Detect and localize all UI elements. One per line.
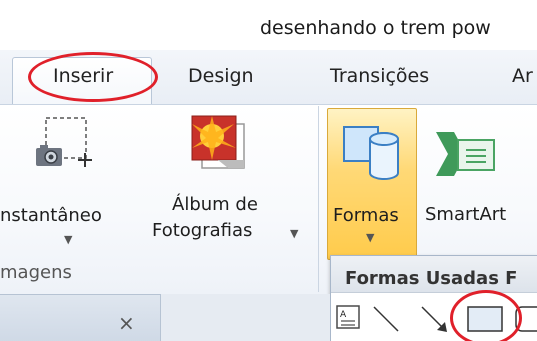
tab-design[interactable]: Design: [188, 65, 254, 87]
screenshot-icon: [36, 117, 92, 167]
group-label-imagens: magens: [0, 262, 72, 283]
dropdown-header: Formas Usadas F: [331, 256, 537, 293]
annotation-circle-rectangle: [450, 290, 522, 341]
shapes-icon: [343, 126, 399, 180]
tab-transicoes[interactable]: Transições: [330, 65, 429, 87]
arrow-shape-icon[interactable]: [419, 304, 451, 336]
shapes-label: Formas: [333, 205, 399, 226]
app-window: desenhando o trem pow Inserir Design Tra…: [0, 0, 537, 341]
photo-album-icon: [191, 115, 245, 169]
window-title: desenhando o trem pow: [260, 17, 491, 39]
chevron-down-icon: ▼: [64, 233, 73, 246]
group-separator: [318, 106, 319, 292]
smartart-icon: [436, 132, 495, 176]
close-icon[interactable]: ×: [118, 311, 135, 335]
smartart-label: SmartArt: [425, 204, 507, 225]
tab-animacoes[interactable]: Ar: [512, 65, 533, 87]
slides-pane-header: ×: [0, 294, 161, 341]
recent-shapes-header: Formas Usadas F: [345, 268, 518, 289]
svg-text:A: A: [340, 310, 347, 320]
title-bar: desenhando o trem pow: [0, 0, 537, 50]
line-shape-icon[interactable]: [371, 304, 401, 334]
shapes-button[interactable]: Formas ▼: [327, 108, 417, 260]
screenshot-label: nstantâneo: [0, 205, 102, 226]
chevron-down-icon: ▼: [290, 227, 299, 240]
photo-album-label-1: Álbum de: [172, 194, 258, 215]
pane-background: [161, 294, 330, 341]
textbox-shape-icon[interactable]: A: [335, 304, 363, 332]
annotation-oval-inserir: [28, 52, 158, 102]
photo-album-label-2: Fotografias: [152, 220, 253, 241]
chevron-down-icon: ▼: [366, 231, 375, 244]
